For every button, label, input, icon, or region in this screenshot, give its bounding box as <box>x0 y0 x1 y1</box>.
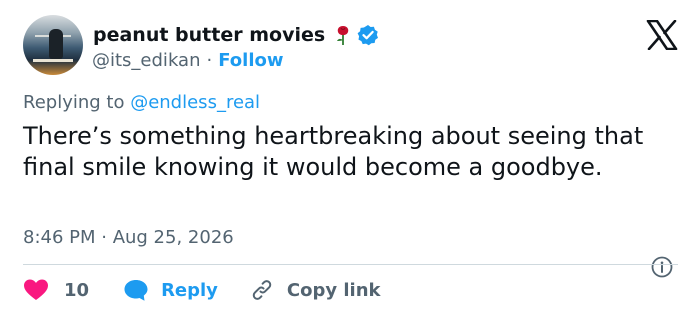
tweet-timestamp[interactable]: 8:46 PM · Aug 25, 2026 <box>23 227 234 248</box>
follow-link[interactable]: Follow <box>218 50 283 71</box>
copy-link-action[interactable]: Copy link <box>250 278 381 302</box>
action-bar: 10 Reply Copy link <box>23 278 381 302</box>
author-handle[interactable]: @its_edikan <box>92 50 200 71</box>
copy-link-label: Copy link <box>286 279 381 301</box>
reply-action[interactable]: Reply <box>123 278 218 302</box>
author-handle-row: @its_edikan · Follow <box>92 48 284 72</box>
tweet-embed: peanut butter movies @its_edikan · Follo… <box>0 0 700 318</box>
author-name-row: peanut butter movies <box>93 22 379 48</box>
avatar-decoration <box>33 59 73 62</box>
tweet-text: There’s something heartbreaking about se… <box>23 122 644 181</box>
avatar[interactable] <box>23 15 83 75</box>
info-icon[interactable] <box>651 256 673 278</box>
like-action[interactable]: 10 <box>23 278 89 302</box>
link-icon[interactable] <box>250 278 274 302</box>
reply-label: Reply <box>161 279 218 301</box>
reply-mention-link[interactable]: @endless_real <box>130 92 260 113</box>
heart-icon[interactable] <box>23 278 49 302</box>
divider <box>23 264 678 265</box>
avatar-figure <box>49 29 63 59</box>
reply-prefix: Replying to <box>23 92 131 113</box>
rose-icon <box>337 26 349 45</box>
like-count: 10 <box>64 279 90 301</box>
verified-icon <box>357 25 379 46</box>
x-logo-icon[interactable] <box>646 20 678 50</box>
separator-dot: · <box>206 49 213 71</box>
reply-context: Replying to @endless_real <box>23 92 260 113</box>
display-name[interactable]: peanut butter movies <box>93 24 325 46</box>
reply-icon[interactable] <box>123 278 149 302</box>
